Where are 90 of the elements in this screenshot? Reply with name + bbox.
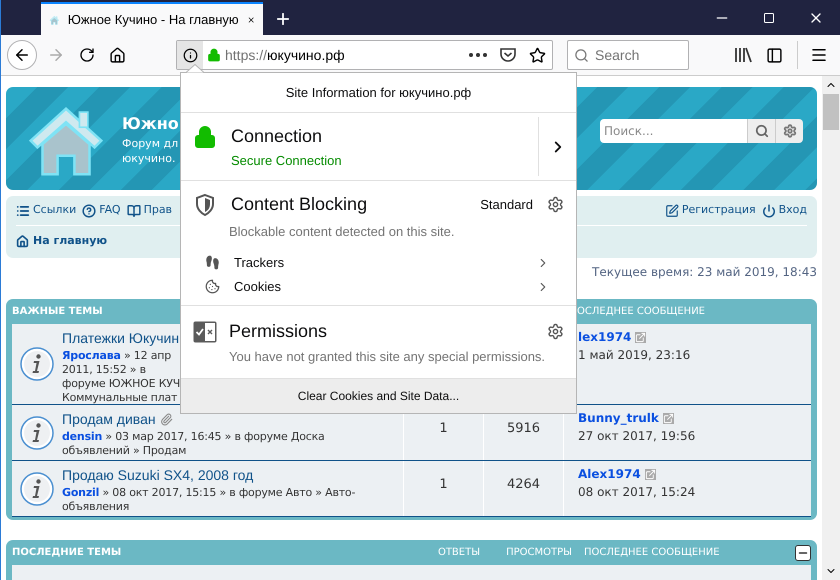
- paperclip-icon: [160, 413, 173, 426]
- forum-title: Южно: [122, 112, 179, 134]
- cookie-icon: [205, 279, 220, 294]
- last-post-date: 08 окт 2017, 15:24: [578, 485, 696, 499]
- topic-info-icon: [19, 346, 55, 382]
- topic-meta: densin » 03 мар 2017, 16:45 » в форуме Доска объявлений » Продам: [62, 430, 326, 458]
- forum-subtitle: юкучино.: [122, 150, 176, 166]
- info-icon[interactable]: [182, 48, 198, 62]
- sidebar-icon[interactable]: [766, 46, 783, 64]
- author-link[interactable]: Ярослава: [62, 349, 121, 362]
- more-icon[interactable]: [469, 53, 487, 57]
- current-time: Текущее время: 23 май 2019, 18:43: [592, 264, 817, 281]
- home-icon: [16, 234, 29, 248]
- footprints-icon: [205, 255, 220, 270]
- last-post-date: 27 окт 2017, 19:56: [578, 429, 696, 443]
- settings-icon: [782, 124, 796, 138]
- forum-search-field[interactable]: Поиск...: [600, 118, 747, 142]
- last-post-author[interactable]: Alex1974: [578, 465, 641, 483]
- menu-icon[interactable]: [810, 46, 828, 64]
- views-count: 5916: [506, 420, 540, 438]
- collapse-button[interactable]: [795, 544, 811, 560]
- blocking-mode: Standard: [480, 196, 533, 214]
- popup-title: Site Information for юкучино.рф: [286, 84, 472, 102]
- help-icon: [82, 204, 96, 218]
- author-link[interactable]: Gonzil: [62, 486, 100, 499]
- url-text: https://юкучино.рф: [225, 46, 345, 65]
- nav-link[interactable]: Ссылки: [16, 202, 76, 219]
- last-post-date: 1 май 2019, 23:16: [578, 348, 690, 362]
- column-header: ОСЛЕДНЕЕ СООБЩЕНИЕ: [576, 305, 705, 319]
- power-icon: [762, 204, 776, 218]
- permissions-icon: [193, 320, 217, 342]
- search-placeholder: Поиск...: [604, 122, 654, 140]
- nav-link[interactable]: Прав: [126, 202, 172, 219]
- views-count: 4264: [506, 476, 540, 494]
- topic-info-icon: [19, 470, 55, 506]
- section-heading: Connection: [231, 125, 324, 147]
- block-title: ВАЖНЫЕ ТЕМЫ: [12, 305, 104, 319]
- search-field[interactable]: Search: [567, 40, 689, 70]
- column-header: ПОСЛЕДНЕЕ СООБЩЕНИЕ: [583, 546, 721, 560]
- scrollbar-thumb[interactable]: [823, 94, 839, 130]
- section-description: Blockable content detected on this site.: [229, 223, 456, 241]
- nav-link[interactable]: Вход: [762, 202, 807, 219]
- settings-icon[interactable]: [547, 323, 564, 340]
- maximize-icon[interactable]: [763, 12, 775, 24]
- nav-link[interactable]: Регистрация: [664, 202, 756, 219]
- section-heading: Content Blocking: [231, 193, 368, 216]
- topic-info-icon: [19, 414, 55, 450]
- column-header: ПРОСМОТРЫ: [505, 546, 573, 560]
- search-icon: [754, 124, 768, 138]
- back-button[interactable]: [7, 40, 37, 70]
- search-placeholder: Search: [595, 46, 640, 64]
- topic-title[interactable]: Продаю Suzuki SX4, 2008 год: [62, 465, 254, 486]
- topic-title[interactable]: Платежки Юкучин: [62, 328, 180, 349]
- bookmark-star-icon[interactable]: [529, 46, 546, 64]
- last-post-author[interactable]: lex1974: [578, 328, 632, 346]
- column-header: ОТВЕТЫ: [436, 546, 482, 560]
- author-link[interactable]: densin: [62, 430, 102, 443]
- reload-icon[interactable]: [79, 47, 95, 63]
- scrollbar[interactable]: [822, 76, 840, 580]
- forum-search-button[interactable]: [747, 118, 775, 142]
- home-icon[interactable]: [109, 46, 126, 64]
- replies-count: 1: [439, 420, 448, 438]
- blocking-item[interactable]: Trackers: [193, 250, 564, 274]
- connection-status: Secure Connection: [231, 152, 342, 170]
- settings-icon[interactable]: [547, 196, 564, 213]
- replies-count: 1: [439, 476, 448, 494]
- tab-title: Южное Кучино - На главную: [68, 10, 239, 29]
- pocket-icon[interactable]: [499, 46, 517, 64]
- new-tab-button[interactable]: +: [263, 2, 303, 35]
- search-icon: [574, 48, 589, 62]
- advanced-search-button[interactable]: [775, 118, 803, 142]
- last-post-author[interactable]: Bunny_trulk: [578, 409, 659, 427]
- section-description: You have not granted this site any special permissions.: [229, 348, 546, 366]
- clear-data-button[interactable]: Clear Cookies and Site Data...: [181, 379, 576, 413]
- topic-meta: Gonzil » 08 окт 2017, 15:15 » в форуме Авто » Авто- объявления: [62, 486, 356, 514]
- nav-link[interactable]: FAQ: [82, 202, 121, 219]
- library-icon[interactable]: [734, 47, 752, 63]
- shield-icon: [193, 192, 217, 216]
- breadcrumb-link[interactable]: На главную: [16, 226, 108, 256]
- list-icon: [16, 204, 30, 218]
- edit-icon: [664, 204, 679, 218]
- topic-title[interactable]: Продам диван: [62, 409, 156, 430]
- lock-icon[interactable]: [207, 48, 221, 62]
- browser-tab[interactable]: Южное Кучино - На главную: [41, 2, 263, 35]
- block-title: ПОСЛЕДНИЕ ТЕМЫ: [12, 546, 122, 560]
- blocking-item[interactable]: Cookies: [193, 274, 564, 298]
- section-heading: Permissions: [229, 320, 328, 343]
- forum-subtitle: Форум дл: [122, 136, 179, 150]
- book-icon: [126, 204, 141, 218]
- url-field[interactable]: https://юкучино.рф: [176, 40, 553, 70]
